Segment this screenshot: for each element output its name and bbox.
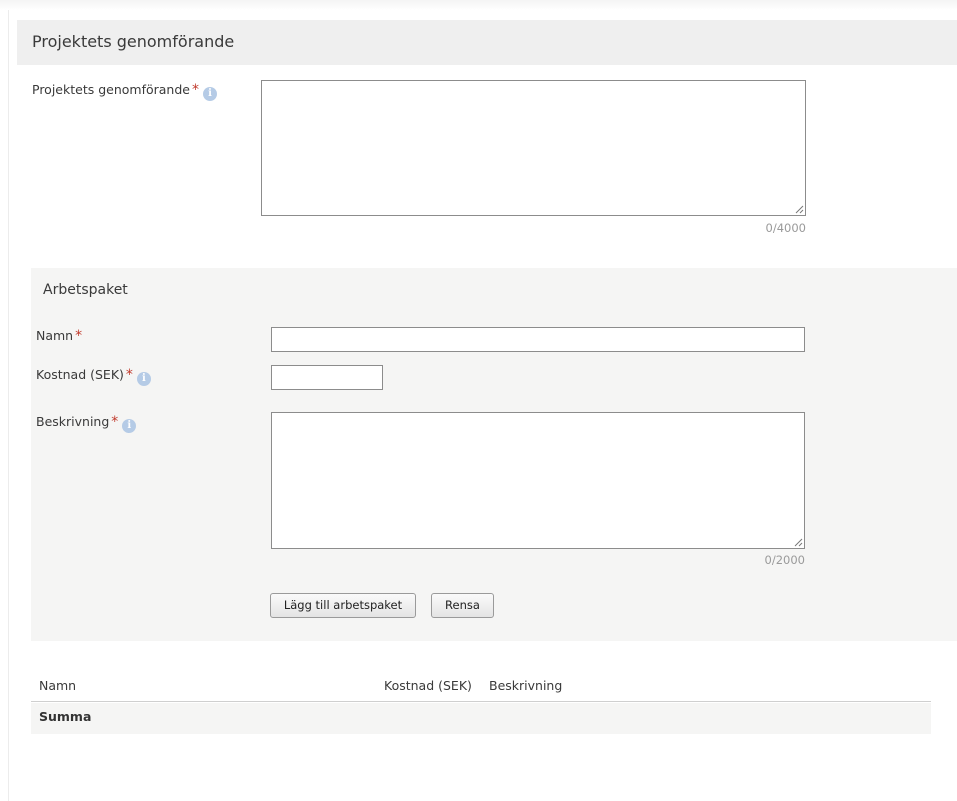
genomforande-textarea[interactable] xyxy=(261,80,806,216)
genomforande-label-row: Projektets genomförande * i xyxy=(32,82,217,101)
info-icon[interactable]: i xyxy=(136,372,151,386)
genomforande-counter: 0/4000 xyxy=(765,221,806,235)
section-header: Projektets genomförande xyxy=(17,20,957,65)
workpackage-panel: Arbetspaket Namn * Kostnad (SEK) * i Beskri… xyxy=(31,268,957,641)
desc-label: Beskrivning xyxy=(36,414,110,429)
table-header: Namn Kostnad (SEK) Beskrivning xyxy=(31,672,931,702)
desc-counter: 0/2000 xyxy=(764,553,805,567)
desc-textarea[interactable] xyxy=(271,412,805,549)
required-marker: * xyxy=(125,367,133,383)
info-icon[interactable]: i xyxy=(122,419,137,433)
required-marker: * xyxy=(111,414,119,430)
required-marker: * xyxy=(191,82,199,98)
name-input[interactable] xyxy=(271,327,805,352)
cost-label-row: Kostnad (SEK) * i xyxy=(36,367,151,386)
left-border xyxy=(8,10,9,801)
resize-grip-icon[interactable] xyxy=(795,205,804,214)
workpackage-title: Arbetspaket xyxy=(43,282,128,298)
info-icon[interactable]: i xyxy=(202,87,217,101)
cost-input[interactable] xyxy=(271,365,383,390)
name-label-row: Namn * xyxy=(36,328,82,344)
column-header-cost: Kostnad (SEK) xyxy=(384,678,472,693)
required-marker: * xyxy=(75,328,83,344)
name-label: Namn xyxy=(36,328,74,343)
top-shadow xyxy=(0,0,957,10)
add-workpackage-button[interactable]: Lägg till arbetspaket xyxy=(270,593,416,618)
summary-label: Summa xyxy=(39,709,92,724)
desc-label-row: Beskrivning * i xyxy=(36,414,137,433)
genomforande-label: Projektets genomförande xyxy=(32,82,190,97)
cost-label: Kostnad (SEK) xyxy=(36,367,124,382)
clear-button[interactable]: Rensa xyxy=(431,593,494,618)
summary-row: Summa xyxy=(31,703,931,734)
resize-grip-icon[interactable] xyxy=(794,538,803,547)
column-header-description: Beskrivning xyxy=(489,678,563,693)
column-header-name: Namn xyxy=(39,678,77,693)
section-title: Projektets genomförande xyxy=(32,32,235,51)
